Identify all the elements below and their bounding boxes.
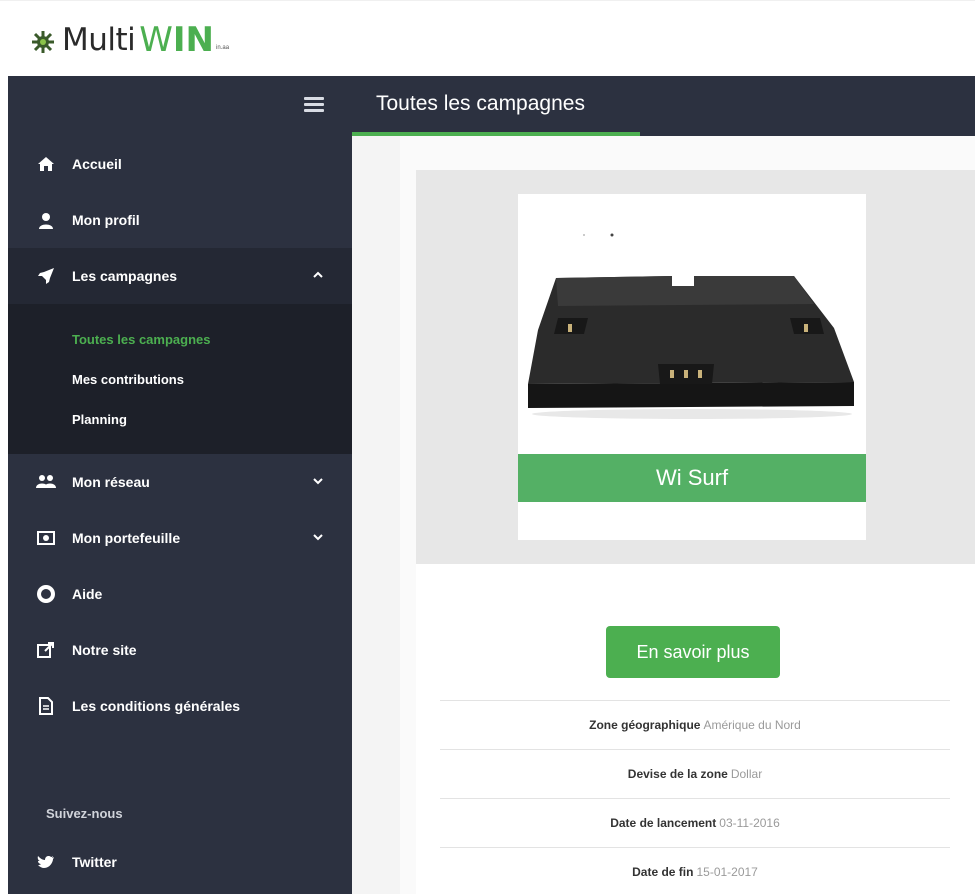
chevron-up-icon[interactable] (312, 268, 324, 280)
campaign-card-body: En savoir plus Zone géographique Amérique… (416, 564, 975, 894)
submenu-item-planning[interactable]: Planning (8, 400, 352, 440)
twitter-icon (36, 853, 56, 871)
sidebar-item-accueil[interactable]: Accueil (8, 136, 352, 192)
submenu-item-mes-contributions[interactable]: Mes contributions (8, 360, 352, 400)
detail-value: 03-11-2016 (719, 816, 780, 830)
sidebar-item-label: Accueil (72, 156, 122, 172)
sidebar-item-label: Mon portefeuille (72, 530, 181, 546)
sidebar-item-label: Mon profil (72, 212, 140, 228)
logo-text-w: W (139, 20, 173, 60)
sidebar-item-twitter[interactable]: Twitter (8, 834, 352, 890)
learn-more-button[interactable]: En savoir plus (606, 626, 780, 678)
detail-row-zone: Zone géographique Amérique du Nord (440, 700, 950, 749)
page-title: Toutes les campagnes (376, 92, 585, 115)
main-content: Wi Surf En savoir plus Zone géographique… (352, 136, 975, 894)
sidebar-item-aide[interactable]: Aide (8, 566, 352, 622)
chevron-down-icon[interactable] (312, 474, 324, 486)
sidebar-item-mon-profil[interactable]: Mon profil (8, 192, 352, 248)
detail-value: 15-01-2017 (696, 865, 758, 879)
submenu-item-toutes-les-campagnes[interactable]: Toutes les campagnes (8, 320, 352, 360)
sidebar-item-label: Mon réseau (72, 474, 150, 490)
detail-key: Zone géographique (589, 718, 701, 732)
page-header: Toutes les campagnes (352, 76, 975, 136)
follow-us-heading: Suivez-nous (46, 806, 123, 821)
campagnes-submenu: Toutes les campagnes Mes contributions P… (8, 304, 352, 454)
hamburger-menu-icon[interactable] (304, 94, 324, 112)
detail-row-date-lancement: Date de lancement 03-11-2016 (440, 798, 950, 847)
user-icon (36, 211, 56, 229)
sidebar-item-les-campagnes[interactable]: Les campagnes (8, 248, 352, 304)
sidebar-item-label: Aide (72, 586, 103, 602)
detail-key: Date de fin (632, 865, 694, 879)
detail-value: Dollar (730, 767, 763, 781)
sidebar-item-mon-reseau[interactable]: Mon réseau (8, 454, 352, 510)
home-icon (36, 155, 56, 173)
sidebar-item-conditions-generales[interactable]: Les conditions générales (8, 678, 352, 734)
money-icon (36, 529, 56, 547)
chevron-down-icon[interactable] (312, 530, 324, 542)
sidebar-item-label: Notre site (72, 642, 137, 658)
sidebar-item-mon-portefeuille[interactable]: Mon portefeuille (8, 510, 352, 566)
rocket-icon (36, 267, 56, 285)
logo-emblem-icon (30, 29, 56, 55)
campaign-name-banner: Wi Surf (518, 454, 866, 502)
campaign-image-frame[interactable]: Wi Surf (518, 194, 866, 540)
detail-row-date-fin: Date de fin 15-01-2017 (440, 847, 950, 894)
sidebar-item-label: Les conditions générales (72, 698, 241, 714)
product-image (528, 276, 854, 419)
sidebar: Accueil Mon profil Les campagnes Toutes … (8, 76, 352, 894)
lifebuoy-icon (36, 585, 56, 603)
logo-suffix: in.aa (216, 45, 230, 51)
sidebar-item-label: Twitter (72, 854, 117, 870)
campaign-details-list: Zone géographique Amérique du Nord Devise… (440, 700, 950, 894)
detail-key: Date de lancement (610, 816, 717, 830)
logo-bar: Multi WIN in.aa (0, 0, 975, 76)
external-link-icon (36, 641, 56, 659)
detail-value: Amérique du Nord (703, 718, 801, 732)
detail-key: Devise de la zone (627, 767, 728, 781)
logo-text-win: WIN (139, 23, 214, 57)
document-icon (36, 697, 56, 715)
logo-text-in: IN (172, 20, 215, 60)
multiwin-logo[interactable]: Multi WIN in.aa (30, 22, 230, 58)
group-icon (36, 473, 56, 491)
sidebar-item-notre-site[interactable]: Notre site (8, 622, 352, 678)
logo-text-multi: Multi (62, 22, 136, 58)
campaign-card: Wi Surf En savoir plus Zone géographique… (416, 170, 975, 894)
sidebar-item-label: Les campagnes (72, 268, 178, 284)
detail-row-devise: Devise de la zone Dollar (440, 749, 950, 798)
sidebar-header (8, 76, 352, 136)
